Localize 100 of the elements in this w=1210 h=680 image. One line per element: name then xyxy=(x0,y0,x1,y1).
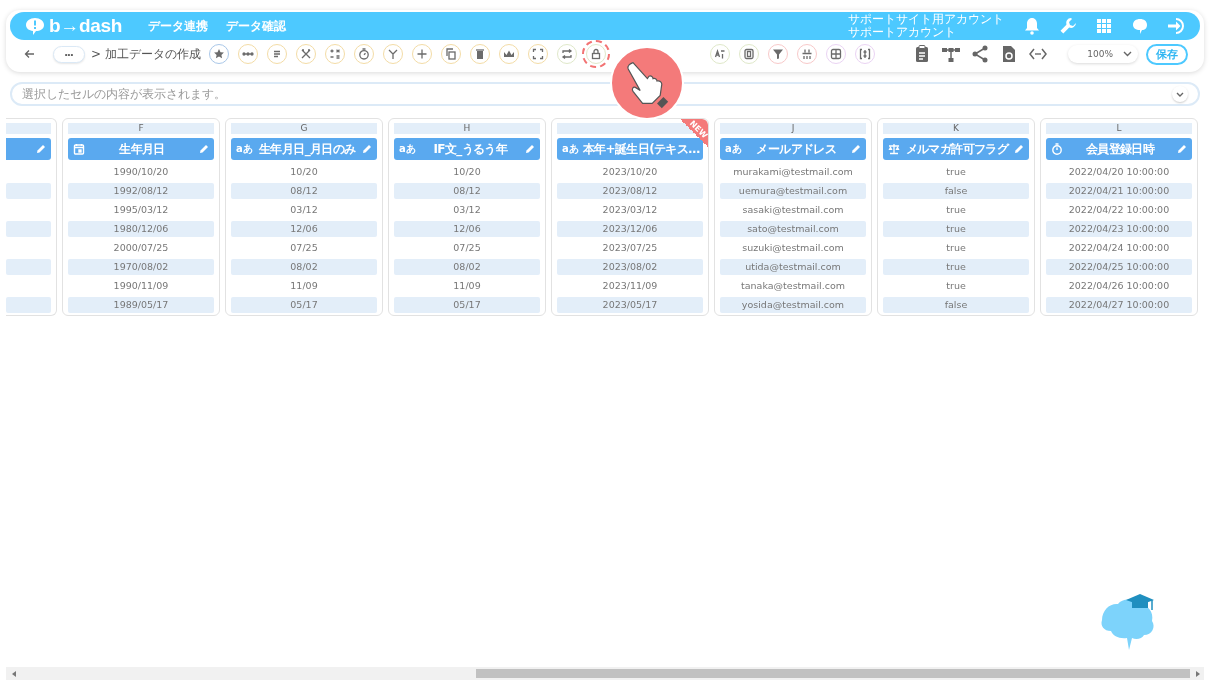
column-letter: F xyxy=(68,123,214,134)
tool-button[interactable] xyxy=(738,44,759,64)
column-letter: G xyxy=(231,123,377,134)
text-type-label: aあ xyxy=(399,142,416,156)
table-cell: 2022/04/25 10:00:00 xyxy=(1046,259,1192,275)
table-cell: 2022/04/27 10:00:00 xyxy=(1046,297,1192,313)
tool-button[interactable] xyxy=(324,44,345,64)
edit-icon[interactable] xyxy=(199,144,209,154)
tool-button[interactable] xyxy=(208,44,229,64)
tool-button[interactable] xyxy=(585,44,606,64)
column-letter: L xyxy=(1046,123,1192,134)
calendar-icon xyxy=(73,143,85,155)
table-cell: false xyxy=(883,297,1029,313)
table-cell-text: true xyxy=(945,165,967,179)
text-type-label: aあ xyxy=(236,142,253,156)
nav-link[interactable]: データ確認 xyxy=(226,17,287,35)
tool-button[interactable] xyxy=(498,44,519,64)
edit-icon[interactable] xyxy=(36,144,46,154)
plus-icon xyxy=(415,48,428,60)
table-cell-text: 2022/04/24 10:00:00 xyxy=(1067,241,1171,255)
tool-button[interactable] xyxy=(469,44,490,64)
table-cell: uemura@testmail.com xyxy=(720,183,866,199)
tool-button[interactable] xyxy=(825,44,846,64)
nav-link[interactable]: データ連携 xyxy=(148,17,209,35)
edit-icon[interactable] xyxy=(525,144,535,154)
tool-button[interactable] xyxy=(767,44,788,64)
tool-button[interactable] xyxy=(353,44,374,64)
lock-icon xyxy=(589,48,602,60)
zoom-select[interactable]: 100% xyxy=(1068,45,1138,63)
table-cell: 1980/12/06 xyxy=(68,221,214,237)
table-cell: sato@testmail.com xyxy=(720,221,866,237)
table-cell-text: 10/20 xyxy=(452,165,482,179)
math-icon xyxy=(328,48,341,60)
tool-button[interactable] xyxy=(237,44,258,64)
column-letter: H xyxy=(394,123,540,134)
tool-button[interactable] xyxy=(411,44,432,64)
tool-button[interactable] xyxy=(382,44,403,64)
tool-button[interactable] xyxy=(709,44,730,64)
account-site-label: サポートサイト用アカウント xyxy=(848,13,1004,26)
zero-icon xyxy=(742,48,755,60)
tool-button[interactable] xyxy=(266,44,287,64)
table-cell-text: suzuki@testmail.com xyxy=(741,241,845,255)
column-header[interactable]: 生年月日 xyxy=(68,138,214,160)
edit-icon[interactable] xyxy=(362,144,372,154)
share-icon[interactable] xyxy=(970,44,990,64)
tool-button[interactable] xyxy=(556,44,577,64)
text-type-label: aあ xyxy=(562,142,579,156)
column-header[interactable]: 会員登録日時 xyxy=(1046,138,1192,160)
table-cell: 2023/12/06 xyxy=(557,221,703,237)
group-icon xyxy=(800,48,813,60)
column-header[interactable]: aあ メールアドレス xyxy=(720,138,866,160)
table-cell: 2023/05/17 xyxy=(557,297,703,313)
more-button[interactable]: ••• xyxy=(53,45,85,63)
tool-button[interactable] xyxy=(796,44,817,64)
scale-icon xyxy=(888,143,900,155)
table-cell: 12/06 xyxy=(394,221,540,237)
table-cell: utida@testmail.com xyxy=(720,259,866,275)
table-cell: 2022/04/23 10:00:00 xyxy=(1046,221,1192,237)
swap-icon xyxy=(560,48,573,60)
table-cell-text: sasaki@testmail.com xyxy=(741,203,845,217)
table-cell-text: 07/25 xyxy=(452,241,482,255)
text-type-label: aあ xyxy=(725,142,742,156)
table-cell: 12/06 xyxy=(231,221,377,237)
table-cell: 08/02 xyxy=(231,259,377,275)
grid-icon xyxy=(829,48,842,60)
horizontal-scrollbar[interactable] xyxy=(6,667,1204,680)
edit-icon[interactable] xyxy=(1177,144,1187,154)
table-cell: 2023/08/02 xyxy=(557,259,703,275)
column-letter: J xyxy=(720,123,866,134)
column-header[interactable]: aあ IF文_うるう年 xyxy=(394,138,540,160)
table-cell: 1970/08/02 xyxy=(68,259,214,275)
filter-icon xyxy=(771,48,784,60)
table-cell: 08/12 xyxy=(394,183,540,199)
back-arrow-icon[interactable] xyxy=(24,48,35,59)
tool-button[interactable] xyxy=(440,44,461,64)
chevron-down-icon xyxy=(1123,51,1132,57)
save-button[interactable]: 保存 xyxy=(1146,43,1188,65)
tool-button[interactable] xyxy=(295,44,316,64)
table-cell-text: 03/12 xyxy=(289,203,319,217)
column-letter-bar xyxy=(6,123,51,134)
table-cell: 05/17 xyxy=(394,297,540,313)
cell-content-field[interactable]: 選択したセルの内容が表示されます。 xyxy=(10,82,1200,106)
table-cell: 08/12 xyxy=(231,183,377,199)
edit-icon[interactable] xyxy=(851,144,861,154)
table-cell-text: 10/20 xyxy=(289,165,319,179)
table-cell: true xyxy=(883,259,1029,275)
table-cell-text: 2022/04/26 10:00:00 xyxy=(1067,279,1171,293)
column-header[interactable]: メルマガ許可フラグ xyxy=(883,138,1029,160)
table-cell-text: 1990/10/20 xyxy=(112,165,170,179)
table-cell-text: 2023/10/20 xyxy=(601,165,659,179)
star-icon xyxy=(212,48,225,60)
table-cell-text: 11/09 xyxy=(452,279,482,293)
tool-button[interactable] xyxy=(527,44,548,64)
edit-icon[interactable] xyxy=(1014,144,1024,154)
logo-text: b→dash xyxy=(49,15,123,37)
table-cell-text: 2000/07/25 xyxy=(112,241,170,255)
tool-button[interactable] xyxy=(854,44,875,64)
column-header[interactable]: aあ 生年月日_月日のみ xyxy=(231,138,377,160)
trash-icon xyxy=(473,48,486,60)
column-header[interactable]: aあ 本年+誕生日(テキス… xyxy=(557,138,703,160)
